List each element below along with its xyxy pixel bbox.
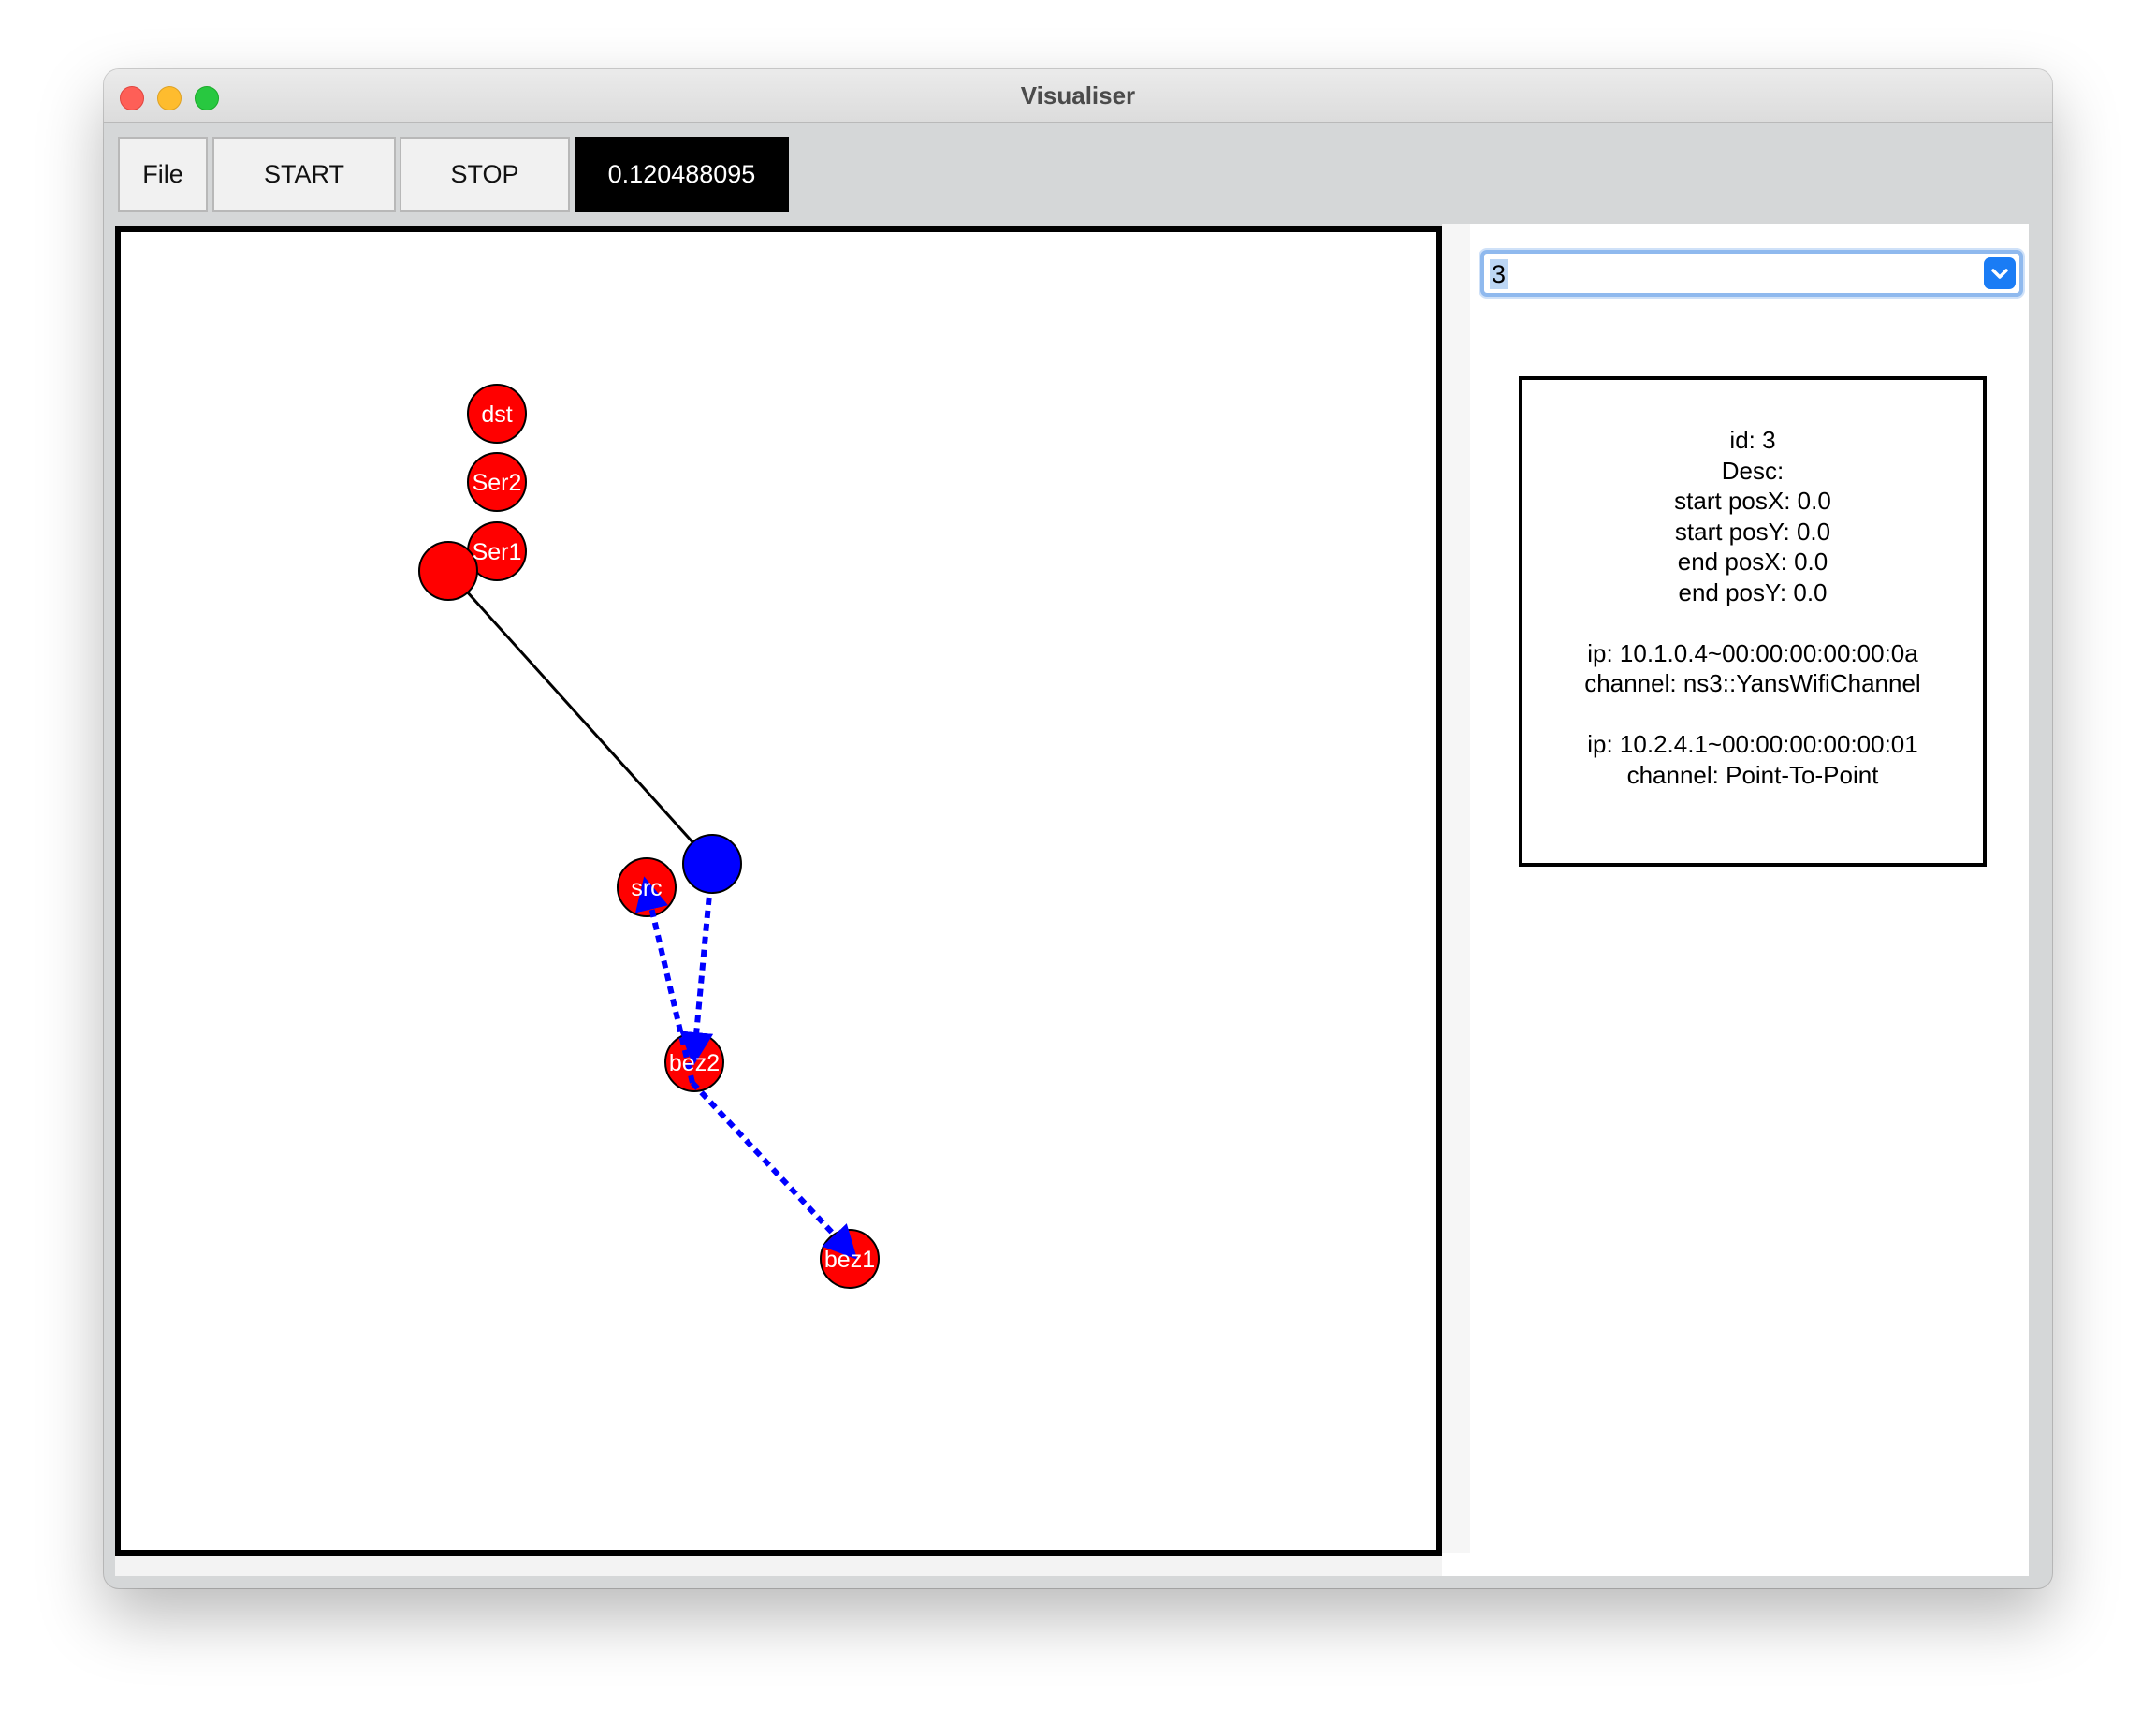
node-select-dropdown[interactable]: 3 bbox=[1480, 250, 2023, 297]
node-info-panel: id: 3 Desc: start posX: 0.0 start posY: … bbox=[1519, 376, 1987, 867]
simulation-time-display: 0.120488095 bbox=[575, 137, 789, 212]
interface-channel-text: channel: ns3::YansWifiChannel bbox=[1584, 669, 1921, 697]
start-posy-text: start posY: 0.0 bbox=[1674, 517, 1831, 546]
start-button[interactable]: START bbox=[212, 137, 396, 212]
node-label: bez2 bbox=[669, 1050, 720, 1076]
node-label: Ser2 bbox=[473, 470, 522, 496]
network-node-router[interactable] bbox=[418, 541, 478, 601]
node-label: src bbox=[631, 875, 662, 901]
interface-ip-text: ip: 10.2.4.1~00:00:00:00:00:01 bbox=[1587, 730, 1918, 758]
node-select-value: 3 bbox=[1490, 259, 1508, 289]
window-title: Visualiser bbox=[1020, 81, 1136, 110]
node-id-text: id: 3 bbox=[1729, 426, 1776, 454]
split-divider[interactable] bbox=[1442, 224, 1470, 1553]
visualiser-window: Visualiser File START STOP 0.120488095 d… bbox=[104, 69, 2052, 1588]
chevron-down-icon[interactable] bbox=[1984, 257, 2016, 289]
packet-flow-arrow bbox=[679, 884, 714, 1066]
file-menu-button[interactable]: File bbox=[118, 137, 208, 212]
end-posx-text: end posX: 0.0 bbox=[1677, 548, 1828, 576]
network-canvas[interactable]: dst Ser2 Ser1 src bez2 bez1 bbox=[115, 226, 1442, 1556]
stop-button[interactable]: STOP bbox=[400, 137, 570, 212]
network-link bbox=[446, 569, 714, 866]
network-node-selected[interactable] bbox=[682, 834, 742, 894]
end-posy-text: end posY: 0.0 bbox=[1678, 577, 1828, 606]
interface-ip-text: ip: 10.1.0.4~00:00:00:00:00:0a bbox=[1587, 638, 1918, 667]
node-label: bez1 bbox=[824, 1247, 875, 1273]
node-label: Ser1 bbox=[473, 539, 522, 565]
title-bar: Visualiser bbox=[104, 69, 2052, 123]
start-posx-text: start posX: 0.0 bbox=[1674, 487, 1831, 515]
node-desc-text: Desc: bbox=[1721, 456, 1785, 485]
interface-channel-text: channel: Point-To-Point bbox=[1626, 760, 1879, 789]
packet-flow-arrow bbox=[690, 1080, 858, 1260]
horizontal-scrollbar[interactable] bbox=[115, 1556, 1442, 1576]
network-graph[interactable]: dst Ser2 Ser1 src bez2 bez1 bbox=[121, 232, 1436, 1550]
node-label: dst bbox=[481, 402, 512, 428]
